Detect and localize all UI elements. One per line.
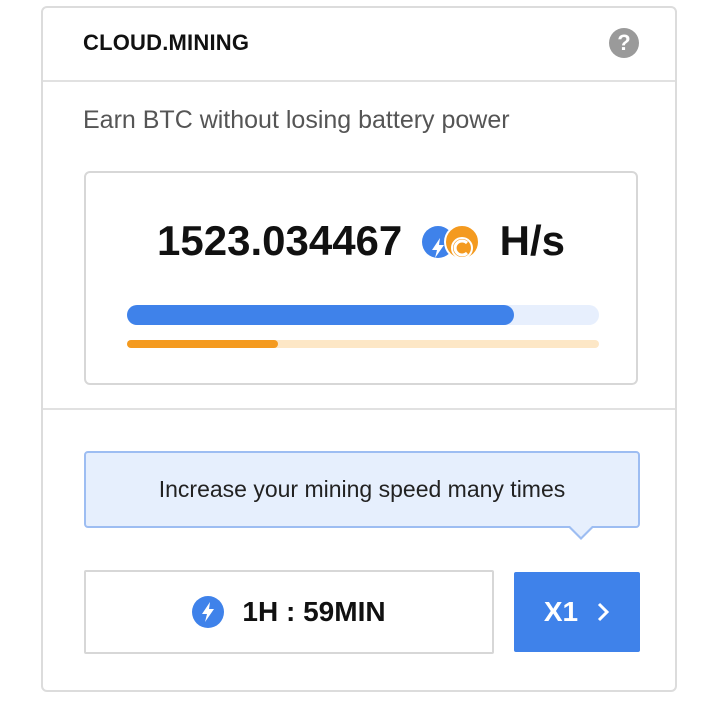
subtitle-text: Earn BTC without losing battery power [83,106,510,134]
primary-progress-fill [127,305,515,325]
boost-tip-bubble: Increase your mining speed many times [84,451,640,528]
card-header: CLOUD.MINING ? [43,8,675,82]
primary-progress-bar [127,305,599,325]
timer-content: 1H : 59MIN [86,572,492,652]
chevron-right-icon [598,602,610,622]
multiplier-label: X1 [543,596,579,627]
hashrate-value: 1523.034467 [157,217,403,264]
hashrate-icons [421,224,480,260]
hashrate-panel: 1523.034467 H/s [84,171,638,385]
page-title: CLOUD.MINING [83,30,250,55]
cloud-mining-card: CLOUD.MINING ? Earn BTC without losing b… [41,6,677,692]
secondary-progress-bar [127,340,599,348]
secondary-progress-fill [127,340,279,348]
multiplier-button[interactable]: X1 [514,572,640,652]
boost-timer[interactable]: 1H : 59MIN [84,570,494,654]
coin-c-icon [443,224,480,260]
hashrate-line: 1523.034467 H/s [86,217,636,265]
hashrate-unit: H/s [499,217,565,264]
help-icon[interactable]: ? [609,28,639,58]
tip-pointer-inner [569,525,593,537]
timer-text: 1H : 59MIN [242,596,386,627]
section-divider [43,408,675,410]
lightning-bolt-icon [192,596,225,628]
